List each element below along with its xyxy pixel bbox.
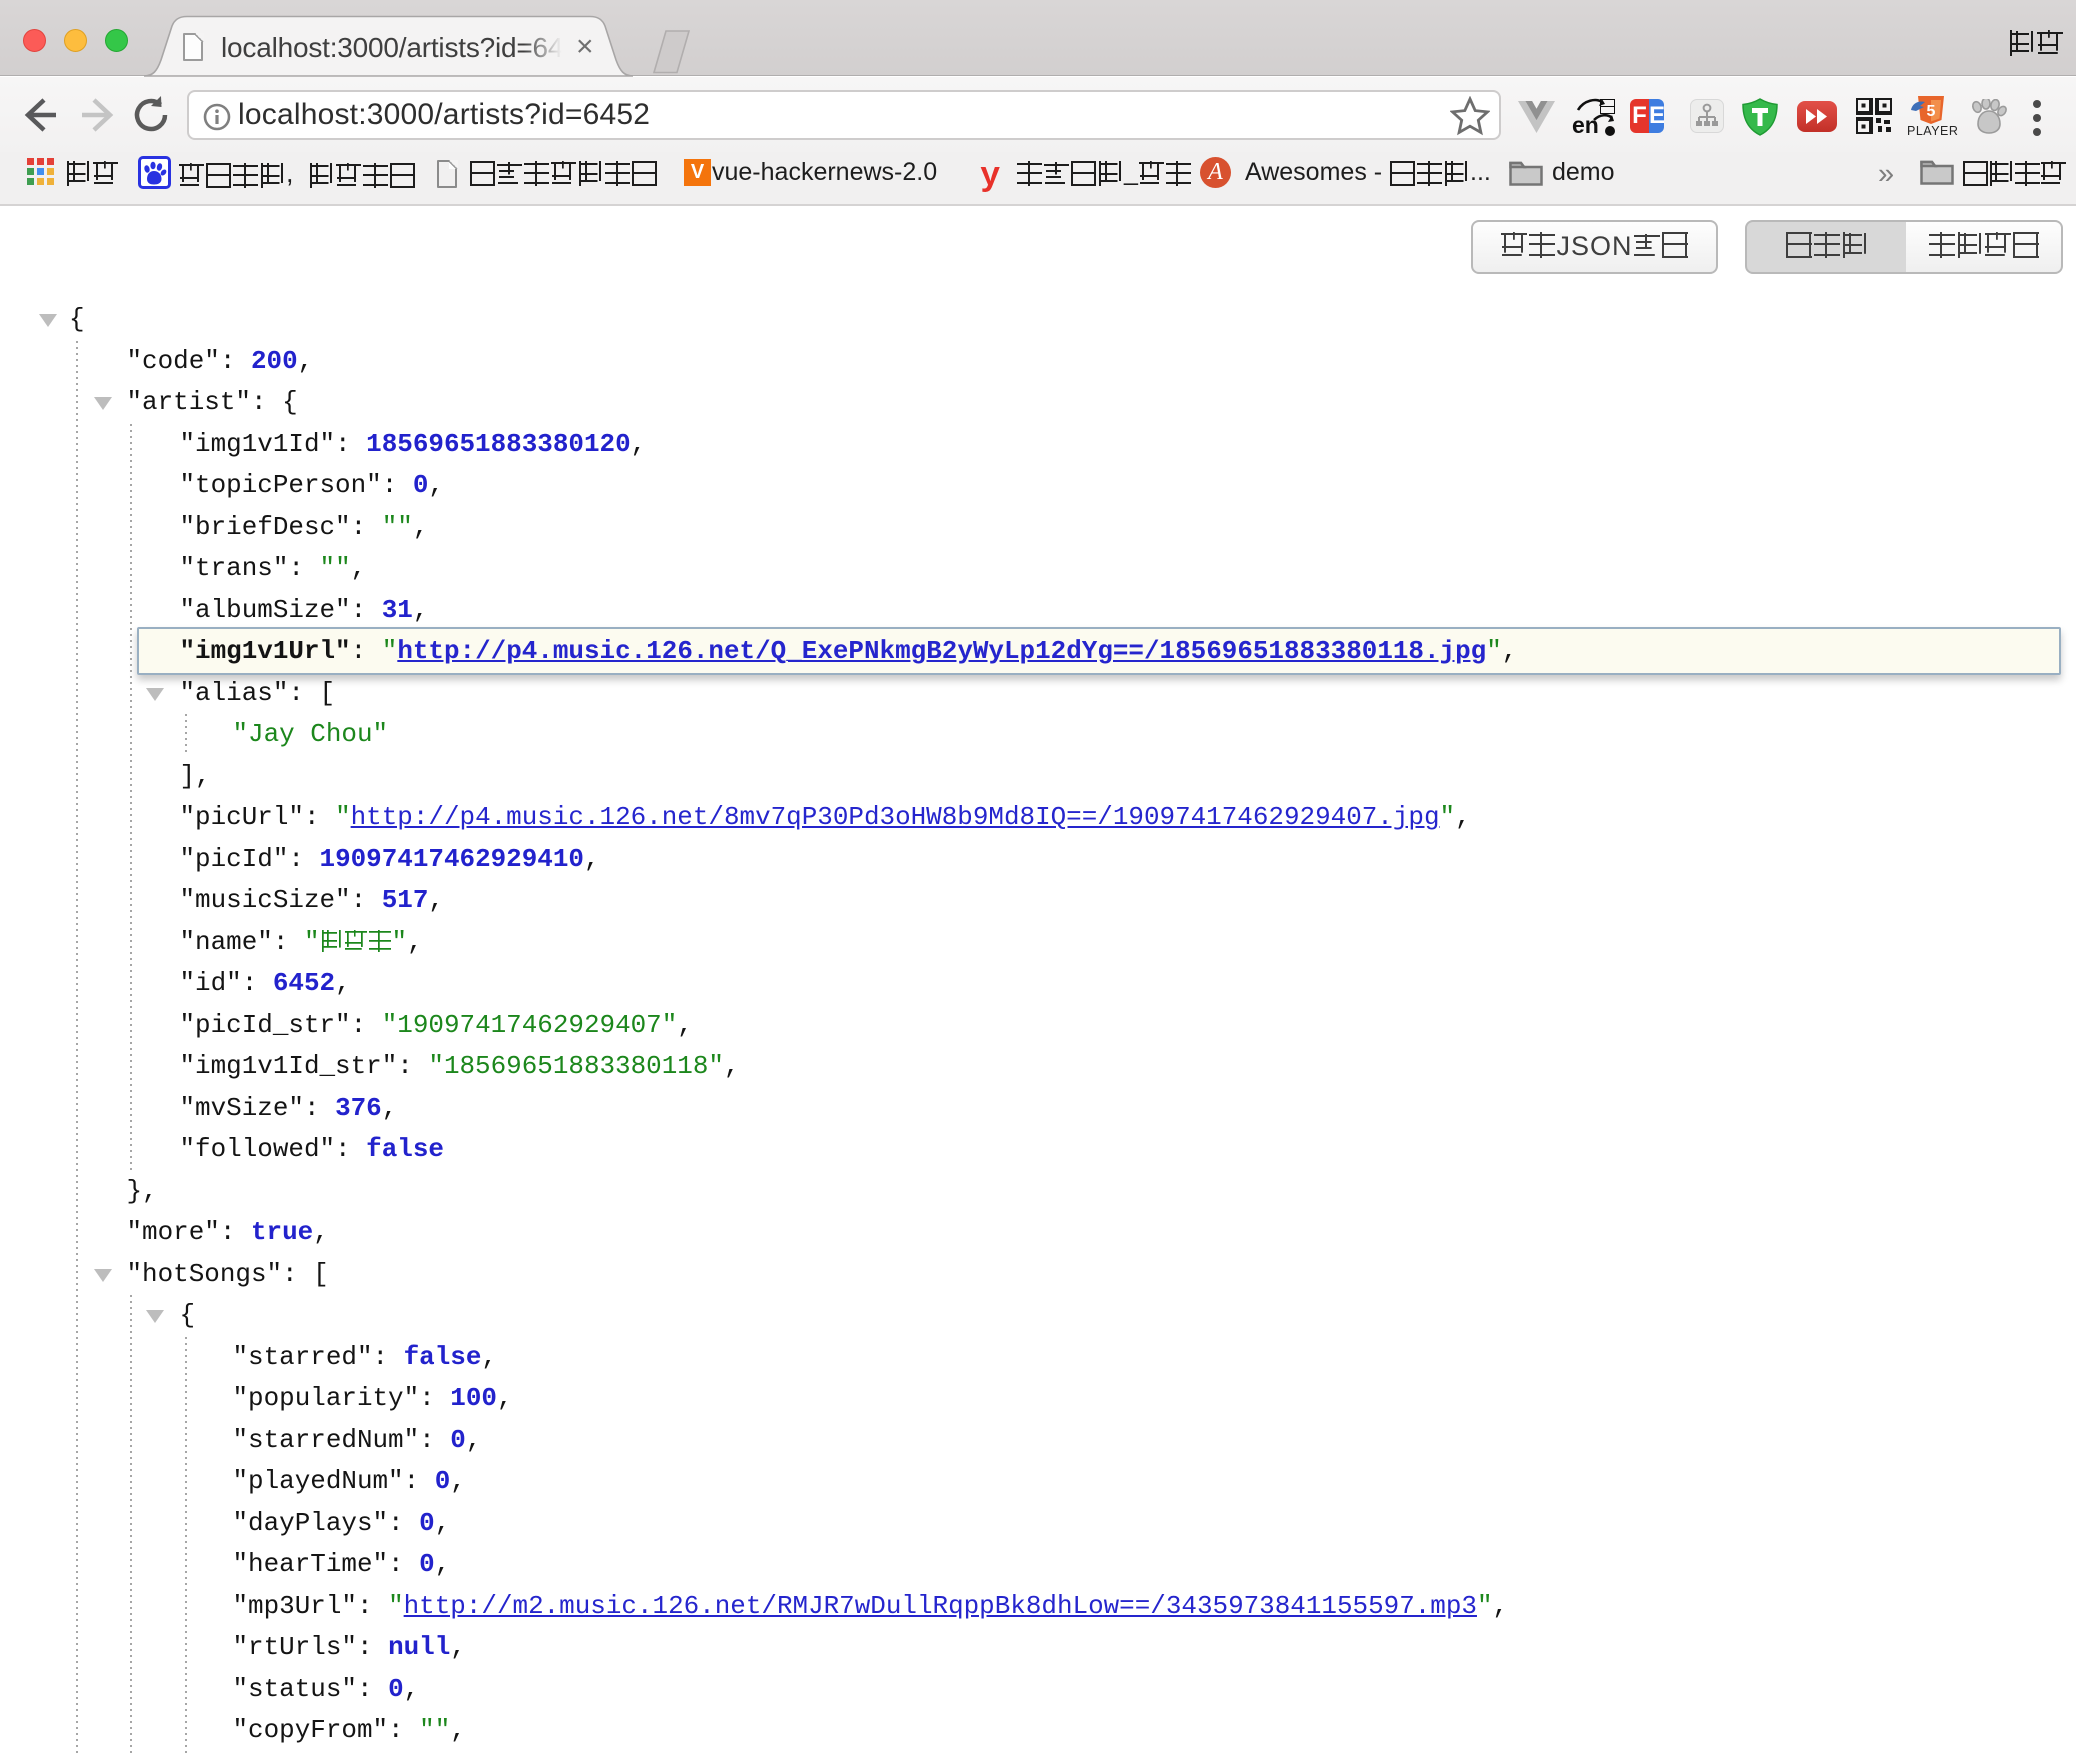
svg-text:5: 5 <box>1927 103 1936 120</box>
